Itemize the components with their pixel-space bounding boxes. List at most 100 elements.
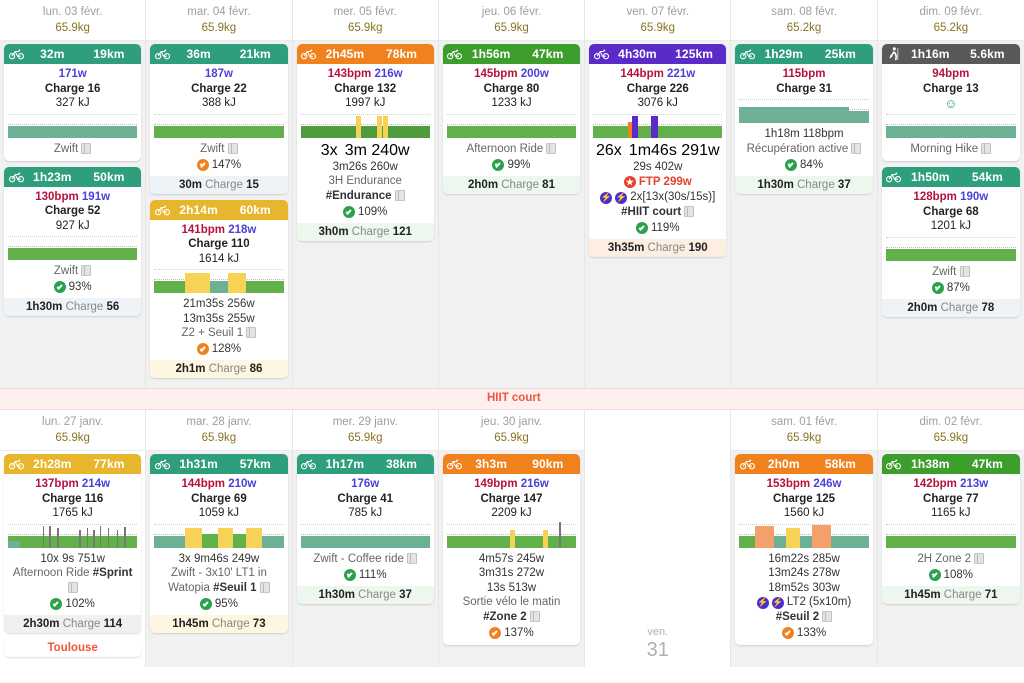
- activity-chart: [300, 115, 430, 140]
- zone-line: [885, 246, 1016, 248]
- activity-card[interactable]: 1h31m 57km 144bpm 210w Charge 69 1059 kJ 3x 9…: [150, 454, 288, 633]
- planned-footer[interactable]: 1h30m Charge 56: [4, 298, 142, 316]
- planned-footer[interactable]: 2h0m Charge 81: [442, 175, 581, 194]
- zone-line: [885, 533, 1016, 535]
- activity-card[interactable]: 3h3m 90km 149bpm 216w Charge 147 2209 kJ 4m57…: [442, 454, 581, 645]
- planned-charge-label: Charge: [211, 618, 250, 630]
- activity-duration: 3h3m: [475, 457, 508, 471]
- compliance-badge-icon: [931, 281, 944, 294]
- activity-primary-metrics: 145bpm 200w: [446, 67, 577, 82]
- activity-chart: [446, 118, 577, 140]
- activity-card[interactable]: 1h29m 25km 115bpm Charge 31 1h18m 118bpm Récu…: [735, 44, 873, 194]
- bike-icon: [301, 47, 317, 61]
- day-weight: 65.9kg: [55, 22, 90, 34]
- activity-chart: [154, 527, 284, 550]
- activity-hashtag: #HIIT court: [621, 206, 682, 218]
- activity-title: Afternoon Ride #Sprint: [7, 566, 138, 596]
- compliance-percent: 108%: [885, 567, 1017, 583]
- activity-primary-metrics: 142bpm 213w: [885, 477, 1017, 492]
- planned-footer[interactable]: 2h1m Charge 86: [150, 360, 288, 378]
- compliance-percent: 95%: [153, 596, 284, 612]
- planned-footer[interactable]: 2h30m Charge 114: [4, 615, 142, 633]
- day-activities: 2h28m 77km 137bpm 214w Charge 116 1765 kJ 10x…: [0, 451, 146, 667]
- activity-card[interactable]: 2h0m 58km 153bpm 246w Charge 125 1560 kJ 16m2…: [735, 454, 873, 645]
- activity-primary-metrics: 187w: [153, 67, 284, 82]
- day-weight: 65.9kg: [347, 22, 383, 34]
- bike-icon: [154, 203, 170, 217]
- feeling-smiley-icon: ☺: [944, 96, 958, 111]
- divider: [8, 523, 138, 525]
- activity-distance: 90km: [532, 457, 564, 471]
- zone-line: [154, 279, 284, 280]
- activity-header: 1h31m 57km: [150, 454, 288, 474]
- day-weight: 65.9kg: [201, 432, 237, 444]
- planned-footer[interactable]: 30m Charge 15: [150, 175, 288, 194]
- activity-card[interactable]: 1h38m 47km 142bpm 213w Charge 77 1165 kJ 2H Z…: [881, 454, 1020, 604]
- compliance-percent: 93%: [7, 279, 138, 295]
- activity-card[interactable]: 2h14m 60km 141bpm 218w Charge 110 1614 kJ 21m…: [150, 199, 288, 378]
- activity-primary-metrics: 144bpm 221w: [592, 67, 723, 82]
- day-column: jeu. 06 févr. 65.9kg 1h56m 47km 145bpm 200w C…: [438, 0, 586, 388]
- planned-footer[interactable]: 1h45m Charge 71: [881, 585, 1020, 604]
- planned-footer[interactable]: 2h0m Charge 78: [881, 298, 1020, 317]
- divider: [739, 99, 869, 100]
- planned-footer[interactable]: 3h0m Charge 121: [296, 223, 434, 241]
- chart-spike: [99, 525, 102, 548]
- divider: [739, 523, 869, 525]
- compliance-value: 87%: [946, 281, 970, 294]
- activity-card[interactable]: 1h17m 38km 176w Charge 41 785 kJ Zwift - Coff…: [296, 454, 434, 604]
- heart-rate-value: 145bpm: [474, 68, 518, 80]
- day-weight: 65.9kg: [201, 22, 237, 34]
- planned-charge-value: 78: [981, 301, 995, 314]
- day-date-label: jeu. 30 janv.: [480, 416, 543, 428]
- workout-structure: 2x[13x(30s/15s)]: [630, 191, 716, 203]
- day-activities: 2h0m 58km 153bpm 246w Charge 125 1560 kJ 16m2…: [731, 451, 877, 667]
- day-column: sam. 01 févr. 65.9kg 2h0m 58km 153bpm 246w Ch…: [731, 410, 878, 667]
- activity-kilojoules: 1560 kJ: [783, 507, 825, 519]
- day-weight: 65.9kg: [786, 432, 822, 444]
- activity-card[interactable]: 2h28m 77km 137bpm 214w Charge 116 1765 kJ 10x…: [4, 454, 142, 633]
- lightning-icon: ⚡: [771, 596, 784, 609]
- compliance-percent: 99%: [446, 157, 577, 173]
- day-header: lun. 27 janv. 65.9kg: [0, 410, 146, 451]
- power-value: 213w: [960, 478, 989, 490]
- chart-segment: [785, 527, 801, 548]
- workout-tag-row: ⚡ ⚡ 2x[13x(30s/15s)]: [592, 190, 723, 205]
- day-header: jeu. 30 janv. 65.9kg: [438, 410, 585, 451]
- compliance-percent: 87%: [885, 280, 1017, 296]
- planned-footer[interactable]: 1h30m Charge 37: [296, 585, 434, 604]
- zone-line: [8, 246, 138, 247]
- activity-card[interactable]: 1h16m 5.6km 94bpm Charge 13 ☺ Morning Hike: [881, 44, 1020, 161]
- activity-title: Z2 + Seuil 1: [153, 326, 284, 341]
- bike-icon: [739, 47, 755, 61]
- compliance-value: 128%: [211, 343, 242, 355]
- activity-duration: 1h31m: [179, 457, 218, 471]
- interval-value: 4m57s 245w: [478, 552, 545, 565]
- activity-distance: 58km: [824, 457, 856, 471]
- activity-primary-metrics: 128bpm 190w: [885, 190, 1017, 205]
- activity-header: 3h3m 90km: [442, 454, 581, 474]
- activity-card[interactable]: 32m 19km 171w Charge 16 327 kJ Zwift: [4, 44, 142, 161]
- activity-card[interactable]: 1h23m 50km 130bpm 191w Charge 52 927 kJ Zwift…: [4, 166, 142, 316]
- compliance-badge-icon: [196, 158, 209, 171]
- workout-structure: LT2 (5x10m): [786, 596, 852, 608]
- planned-footer[interactable]: 1h45m Charge 73: [150, 615, 288, 633]
- planned-footer[interactable]: 1h30m Charge 37: [735, 175, 873, 194]
- day-date-label: mer. 29 janv.: [332, 416, 398, 428]
- planned-footer[interactable]: 3h35m Charge 190: [589, 239, 727, 257]
- activity-card[interactable]: 2h45m 78km 143bpm 216w Charge 132 1997 kJ 3x 3…: [296, 44, 434, 241]
- planned-duration: 2h0m: [907, 301, 938, 314]
- zone-line: [446, 123, 577, 125]
- day-date-label: jeu. 06 févr.: [481, 6, 542, 18]
- planned-charge-value: 37: [837, 178, 851, 191]
- activity-charge: Charge 41: [337, 492, 393, 505]
- compliance-badge-icon: [196, 343, 209, 355]
- activity-card[interactable]: 1h56m 47km 145bpm 200w Charge 80 1233 kJ Afte…: [442, 44, 581, 194]
- interval-value: 10x 9s 751w: [40, 552, 105, 565]
- activity-charge: Charge 125: [773, 492, 836, 505]
- activity-card[interactable]: 36m 21km 187w Charge 22 388 kJ Zwift 147% 30m …: [150, 44, 288, 194]
- heart-rate-value: 130bpm: [35, 190, 79, 203]
- activity-card[interactable]: 4h30m 125km 144bpm 221w Charge 226 3076 kJ 26…: [589, 44, 727, 257]
- chart-segment: [246, 281, 284, 293]
- activity-card[interactable]: 1h50m 54km 128bpm 190w Charge 68 1201 kJ Zwif…: [881, 167, 1020, 317]
